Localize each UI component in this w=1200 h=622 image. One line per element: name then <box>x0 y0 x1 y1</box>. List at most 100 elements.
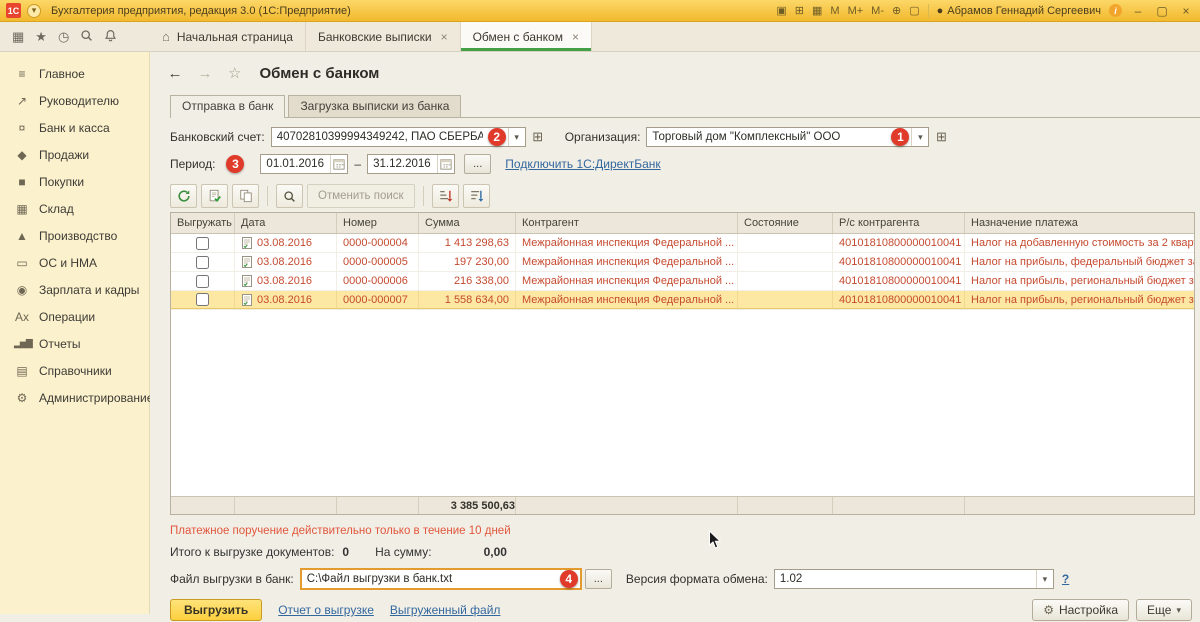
bank-account-input[interactable] <box>272 131 488 143</box>
total-cell <box>965 497 1194 514</box>
post-document-button[interactable] <box>201 184 228 208</box>
organization-input[interactable] <box>647 131 891 143</box>
maximize-button[interactable]: ▢ <box>1154 4 1170 18</box>
uploaded-file-link[interactable]: Выгруженный файл <box>390 603 501 617</box>
bank-account-field[interactable]: 2 ▾ <box>271 127 526 147</box>
column-header-state[interactable]: Состояние <box>738 213 833 233</box>
main-menu-button[interactable]: ▾ <box>27 4 41 18</box>
column-header-account[interactable]: Р/с контрагента <box>833 213 965 233</box>
column-header-number[interactable]: Номер <box>337 213 419 233</box>
sidebar-item-bank-cash[interactable]: ¤Банк и касса <box>0 114 149 141</box>
sidebar-item-administration[interactable]: ⚙Администрирование <box>0 384 149 411</box>
upload-report-link[interactable]: Отчет о выгрузке <box>278 603 374 617</box>
memory-button[interactable]: M <box>830 5 839 17</box>
column-header-counterparty[interactable]: Контрагент <box>516 213 738 233</box>
close-tab-icon[interactable]: × <box>572 30 579 44</box>
column-header-sum[interactable]: Сумма <box>419 213 516 233</box>
sidebar-item-reports[interactable]: ▂▅▇Отчеты <box>0 330 149 357</box>
more-label: Еще <box>1147 603 1171 617</box>
export-checkbox[interactable] <box>196 256 209 269</box>
chevron-down-icon[interactable]: ▾ <box>1036 570 1053 588</box>
memory-minus-button[interactable]: M- <box>871 5 884 17</box>
bell-icon[interactable] <box>104 29 117 44</box>
table-row-selected[interactable]: 03.08.2016 0000-000007 1 558 634,00 Межр… <box>171 291 1194 310</box>
forward-button[interactable]: → <box>194 65 216 82</box>
settings-button[interactable]: ⚙ Настройка <box>1032 599 1129 621</box>
minimize-button[interactable]: – <box>1130 4 1146 18</box>
calendar-icon[interactable] <box>330 155 347 173</box>
sort-descending-button[interactable] <box>463 184 490 208</box>
panels-icon[interactable]: ▢ <box>909 4 919 17</box>
gear-icon: ⚙ <box>1043 603 1054 617</box>
tab-send-to-bank[interactable]: Отправка в банк <box>170 95 285 118</box>
cell-export <box>171 291 235 309</box>
period-from-input[interactable] <box>261 158 330 170</box>
chevron-down-icon[interactable]: ▾ <box>508 128 525 146</box>
organization-field[interactable]: 1 ▾ <box>646 127 929 147</box>
cancel-search-button[interactable]: Отменить поиск <box>307 184 415 208</box>
sidebar-item-warehouse[interactable]: ▦Склад <box>0 195 149 222</box>
format-version-field[interactable]: ▾ <box>774 569 1054 589</box>
export-checkbox[interactable] <box>196 293 209 306</box>
cell-counterparty: Межрайонная инспекция Федеральной ... <box>516 253 738 271</box>
open-organization-icon[interactable]: ⊞ <box>932 128 950 146</box>
sidebar-item-main[interactable]: ≡Главное <box>0 60 149 87</box>
calendar-icon[interactable]: ▦ <box>812 4 822 17</box>
format-version-input[interactable] <box>775 573 1036 585</box>
period-to-field[interactable] <box>367 154 455 174</box>
sidebar-item-purchases[interactable]: ■Покупки <box>0 168 149 195</box>
cell-counterparty: Межрайонная инспекция Федеральной ... <box>516 272 738 290</box>
period-more-button[interactable]: ... <box>464 154 491 174</box>
upload-button[interactable]: Выгрузить <box>170 599 262 621</box>
favorite-star-icon[interactable]: ☆ <box>228 64 241 82</box>
export-file-field[interactable]: 4 <box>300 568 582 590</box>
tab-home[interactable]: ⌂ Начальная страница <box>150 22 306 51</box>
column-header-purpose[interactable]: Назначение платежа <box>965 213 1194 233</box>
info-icon[interactable]: i <box>1109 4 1122 17</box>
sidebar-item-production[interactable]: ▲Производство <box>0 222 149 249</box>
search-icon[interactable] <box>80 29 93 44</box>
copy-button[interactable] <box>232 184 259 208</box>
favorites-icon[interactable]: ★ <box>35 30 47 43</box>
zoom-icon[interactable]: ⊕ <box>892 4 901 17</box>
save-icon[interactable]: ▣ <box>776 4 786 17</box>
apps-grid-icon[interactable]: ▦ <box>12 30 24 43</box>
table-row[interactable]: 03.08.2016 0000-000005 197 230,00 Межрай… <box>171 253 1194 272</box>
back-button[interactable]: ← <box>164 65 186 82</box>
table-row[interactable]: 03.08.2016 0000-000004 1 413 298,63 Межр… <box>171 234 1194 253</box>
tab-bank-exchange[interactable]: Обмен с банком × <box>461 22 592 51</box>
find-button[interactable] <box>276 184 303 208</box>
chevron-down-icon[interactable]: ▾ <box>911 128 928 146</box>
open-account-icon[interactable]: ⊞ <box>529 128 547 146</box>
close-tab-icon[interactable]: × <box>441 30 448 44</box>
calculator-icon[interactable]: ⊞ <box>795 4 804 17</box>
cell-export <box>171 272 235 290</box>
export-checkbox[interactable] <box>196 237 209 250</box>
sidebar-item-salary-hr[interactable]: ◉Зарплата и кадры <box>0 276 149 303</box>
close-button[interactable]: × <box>1178 4 1194 18</box>
sidebar-item-directories[interactable]: ▤Справочники <box>0 357 149 384</box>
memory-plus-button[interactable]: M+ <box>848 5 864 17</box>
calendar-icon[interactable] <box>437 155 454 173</box>
directbank-link[interactable]: Подключить 1С:ДиректБанк <box>505 157 660 171</box>
column-header-date[interactable]: Дата <box>235 213 337 233</box>
history-icon[interactable]: ◷ <box>58 30 69 43</box>
period-to-input[interactable] <box>368 158 437 170</box>
table-row[interactable]: 03.08.2016 0000-000006 216 338,00 Межрай… <box>171 272 1194 291</box>
export-file-input[interactable] <box>302 573 560 585</box>
sidebar-item-sales[interactable]: ◆Продажи <box>0 141 149 168</box>
current-user[interactable]: ● Абрамов Геннадий Сергеевич <box>937 5 1101 17</box>
export-checkbox[interactable] <box>196 275 209 288</box>
period-from-field[interactable] <box>260 154 348 174</box>
more-button[interactable]: Еще ▾ <box>1136 599 1192 621</box>
refresh-button[interactable] <box>170 184 197 208</box>
column-header-export[interactable]: Выгружать <box>171 213 235 233</box>
help-link[interactable]: ? <box>1062 572 1069 586</box>
sidebar-item-fixed-assets[interactable]: ▭ОС и НМА <box>0 249 149 276</box>
sidebar-item-operations[interactable]: AxОперации <box>0 303 149 330</box>
sidebar-item-manager[interactable]: ↗Руководителю <box>0 87 149 114</box>
tab-bank-statements[interactable]: Банковские выписки × <box>306 22 461 51</box>
tab-load-statement[interactable]: Загрузка выписки из банка <box>288 95 461 117</box>
sort-ascending-button[interactable] <box>432 184 459 208</box>
file-browse-button[interactable]: ... <box>585 569 612 589</box>
